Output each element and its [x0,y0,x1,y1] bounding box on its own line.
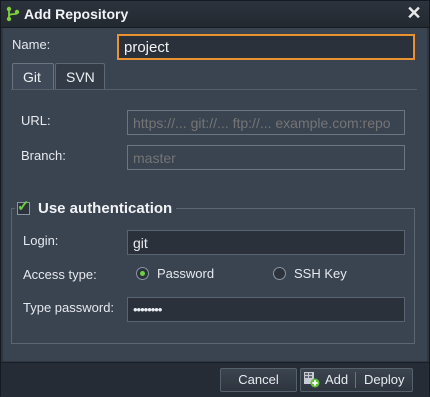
use-authentication-label: Use authentication [38,199,173,217]
tab-divider [11,89,417,90]
radio-ssh-key-label: SSH Key [294,266,347,281]
radio-ssh-key-button[interactable] [273,267,286,280]
password-label: Type password: [23,300,115,315]
cancel-button-label: Cancel [238,372,279,387]
add-label: Add [325,372,349,387]
radio-selected-dot [140,271,145,276]
use-authentication-toggle[interactable]: ✓ Use authentication [15,197,177,218]
url-input[interactable] [127,110,405,135]
tab-svn[interactable]: SVN [55,63,105,89]
password-input[interactable] [127,297,405,322]
title-bar[interactable]: Add Repository ✕ [1,1,429,28]
add-repository-dialog: Add Repository ✕ Name: Git SVN URL: Bran… [0,0,430,397]
radio-password-label: Password [157,266,215,281]
close-icon: ✕ [406,3,422,23]
cancel-button[interactable]: Cancel [220,368,297,392]
deploy-label: Deploy [364,372,405,387]
dialog-footer: Cancel Add Deploy [1,362,429,397]
name-input[interactable] [117,34,415,60]
access-type-label: Access type: [23,267,97,282]
name-label: Name: [12,37,51,52]
tab-git-label: Git [23,69,41,85]
login-label: Login: [23,233,59,248]
authentication-checkbox[interactable]: ✓ [17,197,30,215]
close-button[interactable]: ✕ [405,4,423,22]
branch-label: Branch: [21,148,66,163]
login-input[interactable] [127,230,405,255]
button-divider [355,372,356,388]
add-deploy-icon [304,372,320,388]
tab-git[interactable]: Git [12,63,54,89]
branch-input[interactable] [127,145,405,170]
radio-password-button[interactable] [136,267,149,280]
tab-svn-label: SVN [66,69,95,85]
add-deploy-button[interactable]: Add Deploy [300,368,413,392]
dialog-title: Add Repository [24,6,129,22]
checkmark-icon: ✓ [17,197,30,215]
url-label: URL: [21,113,51,128]
git-branch-icon [6,6,20,22]
